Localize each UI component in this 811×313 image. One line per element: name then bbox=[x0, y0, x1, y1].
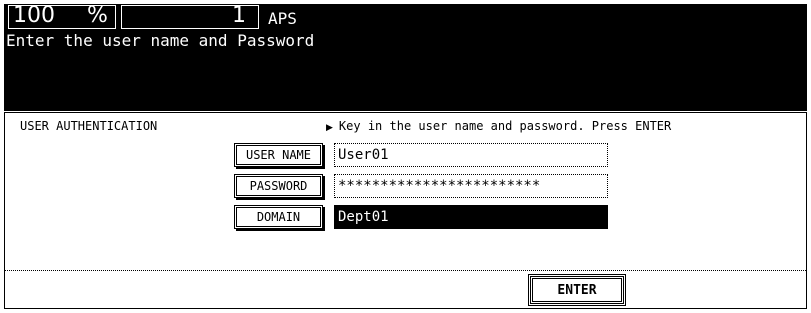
status-message: Enter the user name and Password bbox=[6, 31, 315, 50]
copy-quantity-display: 1 bbox=[121, 3, 259, 29]
instruction-label: Key in the user name and password. Press… bbox=[338, 119, 672, 133]
copy-quantity-value: 1 bbox=[232, 3, 246, 28]
domain-field[interactable]: Dept01 bbox=[334, 205, 608, 229]
instruction-text: ▶ Key in the user name and password. Pres… bbox=[326, 119, 671, 133]
enter-button[interactable]: ENTER bbox=[528, 274, 626, 306]
password-button[interactable]: PASSWORD bbox=[234, 174, 323, 198]
zoom-value: 100 bbox=[13, 3, 55, 28]
play-arrow-icon: ▶ bbox=[326, 123, 333, 133]
divider bbox=[5, 270, 806, 271]
user-authentication-panel: USER AUTHENTICATION ▶ Key in the user nam… bbox=[4, 112, 807, 309]
panel-title: USER AUTHENTICATION bbox=[20, 119, 158, 133]
user-name-field[interactable]: User01 bbox=[334, 143, 608, 167]
zoom-unit: % bbox=[87, 3, 108, 28]
domain-button[interactable]: DOMAIN bbox=[234, 205, 323, 229]
status-header: 100 % 1 APS Enter the user name and Pass… bbox=[4, 3, 807, 111]
user-name-button[interactable]: USER NAME bbox=[234, 143, 323, 167]
zoom-ratio-display: 100 % bbox=[8, 3, 116, 29]
paper-mode-label: APS bbox=[268, 9, 297, 28]
password-field[interactable]: ************************ bbox=[334, 174, 608, 198]
